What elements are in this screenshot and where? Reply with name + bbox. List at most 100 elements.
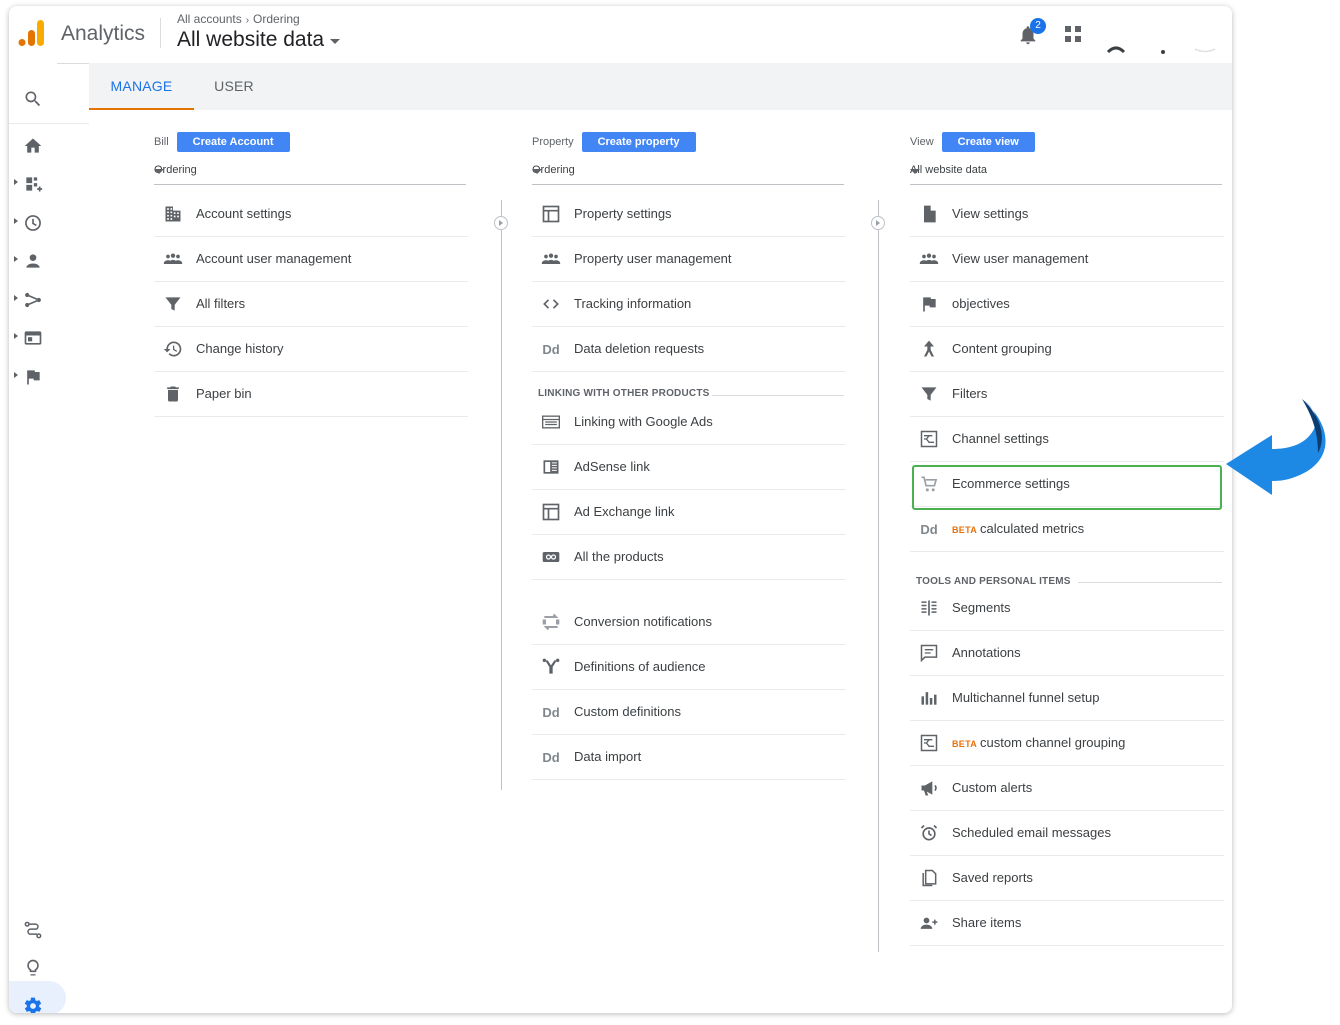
section-divider (1078, 582, 1222, 583)
menu-item-label: Conversion notifications (574, 614, 713, 629)
menu-item-label: AdSense link (574, 459, 650, 474)
menu-item-property-user-management[interactable]: Property user management (532, 237, 846, 282)
menu-item-all-filters[interactable]: All filters (154, 282, 468, 327)
view-selector[interactable]: All website data (910, 160, 1222, 185)
analytics-logo-icon (18, 20, 44, 46)
menu-item-ecommerce-settings[interactable]: Ecommerce settings (910, 462, 1224, 507)
account-column-label: Bill (154, 136, 169, 148)
menu-item-custom-channel-grouping[interactable]: BETA custom channel grouping (910, 721, 1224, 766)
section-heading-linking: LINKING WITH OTHER PRODUCTS (538, 388, 710, 399)
menu-item-custom-alerts[interactable]: Custom alerts (910, 766, 1224, 811)
menu-item-paper-bin[interactable]: Paper bin (154, 372, 468, 417)
menu-item-label: Multichannel funnel setup (952, 690, 1100, 705)
menu-item-channel-settings[interactable]: Channel settings (910, 417, 1224, 462)
acquisition-icon (25, 292, 41, 308)
discover-nav-button[interactable] (9, 951, 57, 985)
attribution-icon (24, 921, 42, 939)
menu-item-multichannel-funnel-setup[interactable]: Multichannel funnel setup (910, 676, 1224, 721)
menu-item-view-settings[interactable]: View settings (910, 192, 1224, 237)
tab-user[interactable]: USER (194, 63, 274, 110)
rail-divider (9, 123, 89, 124)
menu-item-audience-definitions[interactable]: Definitions of audience (532, 645, 846, 690)
search-nav-button[interactable] (9, 82, 57, 116)
apps-grid-icon[interactable] (1064, 25, 1082, 43)
menu-item-account-settings[interactable]: Account settings (154, 192, 468, 237)
bar-chart-icon (918, 688, 940, 708)
code-icon (540, 294, 562, 314)
breadcrumb[interactable]: All accounts › Ordering (177, 12, 300, 26)
menu-item-change-history[interactable]: Change history (154, 327, 468, 372)
audience-nav-button[interactable] (9, 244, 57, 278)
menu-item-objectives[interactable]: objectives (910, 282, 1224, 327)
create-account-button[interactable]: Create Account (176, 132, 290, 152)
menu-item-adsense-link[interactable]: AdSense link (532, 445, 846, 490)
menu-item-segments[interactable]: Segments (910, 586, 1224, 631)
column-link-icon (494, 216, 508, 230)
notification-badge: 2 (1030, 18, 1046, 34)
menu-item-linking-google-ads[interactable]: Linking with Google Ads (532, 400, 846, 445)
caret-down-icon (330, 38, 341, 44)
menu-item-label: Custom alerts (952, 780, 1033, 795)
menu-item-label: Channel settings (952, 431, 1049, 446)
view-picker[interactable]: All website data (177, 28, 341, 52)
menu-item-share-items[interactable]: Share items (910, 901, 1224, 946)
menu-item-ad-exchange-link[interactable]: Ad Exchange link (532, 490, 846, 535)
conversions-nav-button[interactable] (9, 360, 57, 394)
breadcrumb-item[interactable]: All accounts (177, 12, 242, 26)
lightbulb-icon (27, 959, 39, 976)
tab-manage[interactable]: MANAGE (89, 63, 194, 110)
comment-icon (918, 643, 940, 663)
caret-down-icon (154, 169, 164, 174)
caret-down-icon (910, 169, 920, 174)
account-controls-icon[interactable] (1105, 40, 1215, 56)
menu-item-tracking-information[interactable]: Tracking information (532, 282, 846, 327)
menu-item-saved-reports[interactable]: Saved reports (910, 856, 1224, 901)
megaphone-icon (918, 778, 940, 798)
caret-down-icon (532, 169, 542, 174)
realtime-nav-button[interactable] (9, 206, 57, 240)
people-icon (162, 249, 184, 269)
menu-item-content-grouping[interactable]: Content grouping (910, 327, 1224, 372)
menu-item-calculated-metrics[interactable]: Dd BETA calculated metrics (910, 507, 1224, 552)
behavior-nav-button[interactable] (9, 321, 57, 355)
menu-item-filters[interactable]: Filters (910, 372, 1224, 417)
menu-item-label: Tracking information (574, 296, 692, 311)
behavior-icon (24, 331, 42, 345)
column-separator (501, 200, 502, 790)
column-separator (878, 200, 879, 952)
menu-item-label: All the products (574, 549, 664, 564)
menu-item-all-products[interactable]: All the products (532, 535, 846, 580)
building-icon (162, 204, 184, 224)
create-property-button[interactable]: Create property (581, 132, 696, 152)
menu-item-label: Change history (196, 341, 284, 356)
admin-nav-button[interactable] (9, 989, 57, 1013)
link-box-icon (540, 547, 562, 567)
document-icon (918, 204, 940, 224)
menu-item-scheduled-email-messages[interactable]: Scheduled email messages (910, 811, 1224, 856)
property-selector[interactable]: Ordering (532, 160, 844, 185)
window-icon (540, 204, 562, 224)
menu-item-custom-definitions[interactable]: Dd Custom definitions (532, 690, 846, 735)
menu-item-label: BETA calculated metrics (952, 521, 1085, 536)
menu-item-account-user-management[interactable]: Account user management (154, 237, 468, 282)
acquisition-nav-button[interactable] (9, 283, 57, 317)
menu-item-label: Definitions of audience (574, 659, 706, 674)
view-picker-label: All website data (177, 28, 325, 51)
clock-icon (25, 215, 41, 231)
customization-nav-button[interactable] (9, 167, 57, 201)
menu-item-label: Ecommerce settings (952, 476, 1070, 491)
menu-item-data-import[interactable]: Dd Data import (532, 735, 846, 780)
flag-icon (918, 294, 940, 314)
menu-item-view-user-management[interactable]: View user management (910, 237, 1224, 282)
menu-item-property-settings[interactable]: Property settings (532, 192, 846, 237)
menu-item-conversion-notifications[interactable]: Conversion notifications (532, 600, 846, 645)
breadcrumb-item[interactable]: Ordering (253, 12, 300, 26)
home-nav-button[interactable] (9, 129, 57, 163)
create-view-button[interactable]: Create view (941, 132, 1035, 152)
menu-item-data-deletion-requests[interactable]: Dd Data deletion requests (532, 327, 846, 372)
menu-item-label: Account settings (196, 206, 292, 221)
menu-item-annotations[interactable]: Annotations (910, 631, 1224, 676)
column-link-icon (871, 216, 885, 230)
attribution-nav-button[interactable] (9, 913, 57, 947)
account-selector[interactable]: Ordering (154, 160, 466, 185)
